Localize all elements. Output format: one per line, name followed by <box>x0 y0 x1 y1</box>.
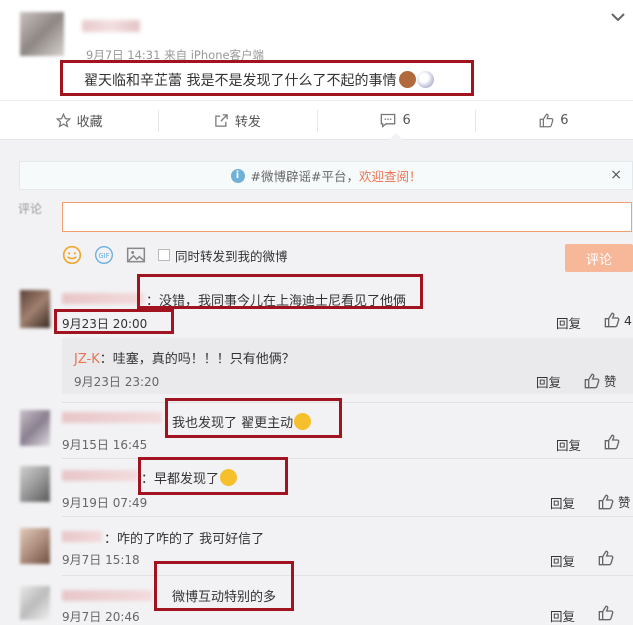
comment-like-button[interactable]: 赞 <box>598 492 631 511</box>
comment-tab[interactable]: 6 <box>316 101 475 140</box>
reply-button[interactable]: 回复 <box>556 435 581 454</box>
commenter-name-blurred[interactable] <box>62 531 102 542</box>
nested-reply-content: ：哇塞，真的吗！！！只有他俩？ <box>99 352 295 367</box>
composer-toolbar: GIF 同时转发到我的微博 <box>62 242 288 268</box>
commenter-name-blurred[interactable] <box>62 470 138 481</box>
thumbs-up-icon <box>598 494 614 509</box>
nested-like-button[interactable]: 赞 <box>584 371 617 390</box>
nested-reply-button[interactable]: 回复 <box>536 372 561 391</box>
comment-time: 9月7日 15:18 <box>62 553 140 567</box>
thumbs-up-icon <box>604 434 620 450</box>
info-icon: i <box>230 168 245 183</box>
commenter-avatar[interactable] <box>20 528 50 564</box>
comment-count: 6 <box>402 112 411 128</box>
reply-button[interactable]: 回复 <box>550 606 575 625</box>
repost-button[interactable]: 转发 <box>158 101 316 139</box>
thumbs-up-icon <box>598 605 614 621</box>
comment-like-button[interactable] <box>598 605 618 621</box>
repost-checkbox[interactable] <box>158 249 170 261</box>
thumbs-up-icon <box>604 312 620 328</box>
gif-label: GIF <box>99 252 110 260</box>
chevron-down-icon[interactable] <box>611 6 625 27</box>
comment-divider <box>62 402 633 403</box>
time-highlight-box <box>54 309 174 334</box>
commenter-name-blurred[interactable] <box>62 412 162 423</box>
gif-icon[interactable]: GIF <box>94 245 114 265</box>
commenter-avatar[interactable] <box>20 586 50 620</box>
comment-like-button[interactable]: 4 <box>604 312 632 328</box>
comment-highlight-box <box>165 398 342 438</box>
comment-text: ：咋的了咋的了 我可好信了 <box>104 532 265 547</box>
comment-highlight-box <box>138 457 288 495</box>
comment-like-button[interactable] <box>598 550 618 566</box>
like-count: 4 <box>624 312 632 328</box>
reply-button[interactable]: 回复 <box>550 551 575 570</box>
comment-time: 9月7日 20:46 <box>62 610 140 624</box>
like-button[interactable]: 6 <box>474 101 633 139</box>
like-label: 赞 <box>618 495 631 510</box>
commenter-avatar[interactable] <box>20 410 50 446</box>
composer-label: 评论 <box>18 202 43 216</box>
author-name-blurred[interactable] <box>82 20 140 32</box>
nested-reply-author[interactable]: JZ-K <box>74 352 100 367</box>
comment-divider <box>62 516 633 517</box>
thumbs-up-icon <box>598 550 614 566</box>
commenter-name-blurred[interactable] <box>62 590 152 601</box>
like-label: 赞 <box>604 374 617 389</box>
nested-reply-time: 9月23日 23:20 <box>74 375 160 389</box>
thumbs-up-icon <box>539 113 554 127</box>
repost-label: 转发 <box>234 114 261 130</box>
image-icon[interactable] <box>126 246 146 264</box>
comment-highlight-box <box>137 274 423 309</box>
like-count: 6 <box>560 112 569 128</box>
favorite-button[interactable]: 收藏 <box>0 101 158 139</box>
comment-like-button[interactable] <box>604 434 624 450</box>
comment-highlight-box <box>154 561 294 611</box>
comment-input[interactable] <box>62 202 632 232</box>
rumor-notice: i #微博辟谣#平台， 欢迎查阅！ × <box>19 161 633 190</box>
thumbs-up-icon <box>584 373 600 388</box>
repost-checkbox-label: 同时转发到我的微博 <box>175 248 288 264</box>
reply-button[interactable]: 回复 <box>550 493 575 512</box>
submit-comment-button[interactable]: 评论 <box>565 244 633 272</box>
favorite-label: 收藏 <box>76 114 103 130</box>
commenter-avatar[interactable] <box>20 290 50 328</box>
notice-text: #微博辟谣#平台， <box>250 169 359 184</box>
commenter-name-blurred[interactable] <box>62 293 144 304</box>
comment-time: 9月15日 16:45 <box>62 438 148 452</box>
nested-reply: JZ-K：哇塞，真的吗！！！只有他俩？ 9月23日 23:20 回复 赞 <box>62 338 633 394</box>
reply-button[interactable]: 回复 <box>556 313 581 332</box>
commenter-avatar[interactable] <box>20 466 50 502</box>
comment-divider <box>62 575 633 576</box>
close-icon[interactable]: × <box>610 167 622 183</box>
smiley-icon[interactable] <box>62 245 82 265</box>
notice-link[interactable]: 欢迎查阅！ <box>359 166 422 185</box>
action-bar: 收藏 转发 6 6 <box>0 100 633 140</box>
comment-icon <box>381 113 396 128</box>
author-avatar[interactable] <box>20 12 64 56</box>
star-icon <box>55 112 71 128</box>
post-highlight-box <box>60 60 474 96</box>
nested-reply-text: JZ-K：哇塞，真的吗！！！只有他俩？ <box>74 348 295 367</box>
comment-time: 9月19日 07:49 <box>62 496 148 510</box>
share-icon <box>215 113 228 127</box>
